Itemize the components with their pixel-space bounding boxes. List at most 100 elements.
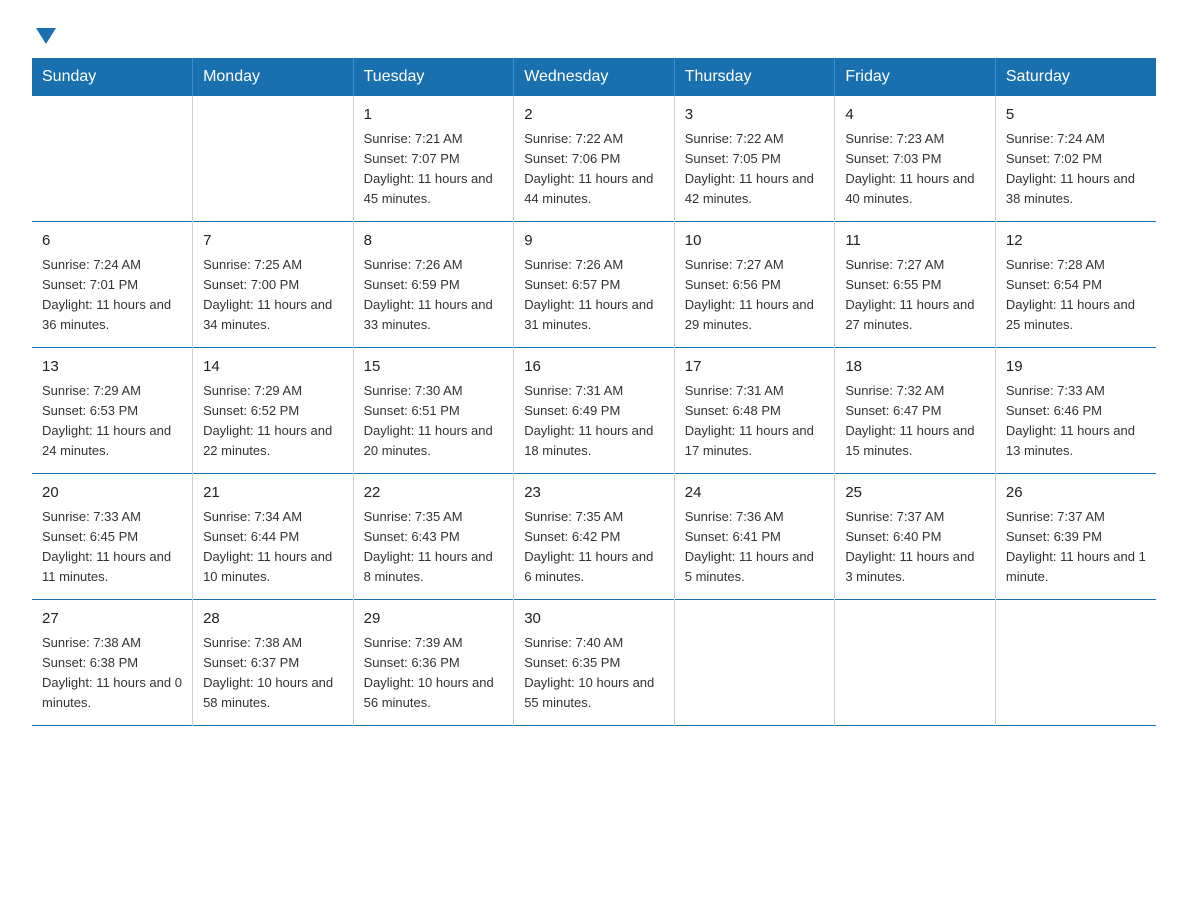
day-number: 17 [685,356,825,379]
day-info: Sunrise: 7:36 AMSunset: 6:41 PMDaylight:… [685,507,825,588]
calendar-day-cell: 21Sunrise: 7:34 AMSunset: 6:44 PMDayligh… [193,474,354,600]
day-number: 5 [1006,104,1146,127]
day-number: 26 [1006,482,1146,505]
day-info: Sunrise: 7:31 AMSunset: 6:49 PMDaylight:… [524,381,664,462]
calendar-day-cell: 29Sunrise: 7:39 AMSunset: 6:36 PMDayligh… [353,600,514,726]
logo [32,24,56,46]
day-number: 24 [685,482,825,505]
day-number: 14 [203,356,343,379]
calendar-day-cell: 17Sunrise: 7:31 AMSunset: 6:48 PMDayligh… [674,348,835,474]
day-of-week-header: Friday [835,58,996,96]
day-number: 20 [42,482,182,505]
day-number: 21 [203,482,343,505]
day-info: Sunrise: 7:37 AMSunset: 6:40 PMDaylight:… [845,507,985,588]
calendar-day-cell: 28Sunrise: 7:38 AMSunset: 6:37 PMDayligh… [193,600,354,726]
day-info: Sunrise: 7:27 AMSunset: 6:55 PMDaylight:… [845,255,985,336]
day-of-week-header: Wednesday [514,58,675,96]
day-info: Sunrise: 7:27 AMSunset: 6:56 PMDaylight:… [685,255,825,336]
day-number: 2 [524,104,664,127]
day-info: Sunrise: 7:34 AMSunset: 6:44 PMDaylight:… [203,507,343,588]
day-number: 27 [42,608,182,631]
calendar-day-cell: 14Sunrise: 7:29 AMSunset: 6:52 PMDayligh… [193,348,354,474]
calendar-day-cell: 20Sunrise: 7:33 AMSunset: 6:45 PMDayligh… [32,474,193,600]
calendar-day-cell: 18Sunrise: 7:32 AMSunset: 6:47 PMDayligh… [835,348,996,474]
calendar-day-cell: 23Sunrise: 7:35 AMSunset: 6:42 PMDayligh… [514,474,675,600]
day-info: Sunrise: 7:23 AMSunset: 7:03 PMDaylight:… [845,129,985,210]
day-info: Sunrise: 7:24 AMSunset: 7:02 PMDaylight:… [1006,129,1146,210]
day-of-week-header: Sunday [32,58,193,96]
day-number: 8 [364,230,504,253]
day-info: Sunrise: 7:38 AMSunset: 6:38 PMDaylight:… [42,633,182,714]
day-info: Sunrise: 7:24 AMSunset: 7:01 PMDaylight:… [42,255,182,336]
calendar-week-row: 6Sunrise: 7:24 AMSunset: 7:01 PMDaylight… [32,222,1156,348]
day-number: 28 [203,608,343,631]
calendar-day-cell: 1Sunrise: 7:21 AMSunset: 7:07 PMDaylight… [353,96,514,222]
day-number: 10 [685,230,825,253]
calendar-day-cell [835,600,996,726]
calendar-day-cell: 2Sunrise: 7:22 AMSunset: 7:06 PMDaylight… [514,96,675,222]
day-number: 12 [1006,230,1146,253]
calendar-week-row: 27Sunrise: 7:38 AMSunset: 6:38 PMDayligh… [32,600,1156,726]
page-header [32,24,1156,46]
calendar-week-row: 13Sunrise: 7:29 AMSunset: 6:53 PMDayligh… [32,348,1156,474]
calendar-day-cell: 5Sunrise: 7:24 AMSunset: 7:02 PMDaylight… [995,96,1156,222]
day-info: Sunrise: 7:30 AMSunset: 6:51 PMDaylight:… [364,381,504,462]
calendar-day-cell [995,600,1156,726]
calendar-day-cell: 8Sunrise: 7:26 AMSunset: 6:59 PMDaylight… [353,222,514,348]
day-number: 7 [203,230,343,253]
day-number: 13 [42,356,182,379]
day-number: 18 [845,356,985,379]
day-number: 4 [845,104,985,127]
calendar-header-row: SundayMondayTuesdayWednesdayThursdayFrid… [32,58,1156,96]
day-info: Sunrise: 7:22 AMSunset: 7:06 PMDaylight:… [524,129,664,210]
calendar-day-cell: 7Sunrise: 7:25 AMSunset: 7:00 PMDaylight… [193,222,354,348]
calendar-day-cell: 4Sunrise: 7:23 AMSunset: 7:03 PMDaylight… [835,96,996,222]
day-of-week-header: Tuesday [353,58,514,96]
day-number: 3 [685,104,825,127]
day-of-week-header: Monday [193,58,354,96]
day-number: 9 [524,230,664,253]
calendar-day-cell: 27Sunrise: 7:38 AMSunset: 6:38 PMDayligh… [32,600,193,726]
day-info: Sunrise: 7:28 AMSunset: 6:54 PMDaylight:… [1006,255,1146,336]
day-info: Sunrise: 7:29 AMSunset: 6:53 PMDaylight:… [42,381,182,462]
day-number: 11 [845,230,985,253]
day-info: Sunrise: 7:35 AMSunset: 6:42 PMDaylight:… [524,507,664,588]
day-info: Sunrise: 7:37 AMSunset: 6:39 PMDaylight:… [1006,507,1146,588]
day-number: 1 [364,104,504,127]
calendar-table: SundayMondayTuesdayWednesdayThursdayFrid… [32,58,1156,726]
calendar-day-cell: 15Sunrise: 7:30 AMSunset: 6:51 PMDayligh… [353,348,514,474]
calendar-day-cell: 12Sunrise: 7:28 AMSunset: 6:54 PMDayligh… [995,222,1156,348]
day-number: 15 [364,356,504,379]
calendar-week-row: 1Sunrise: 7:21 AMSunset: 7:07 PMDaylight… [32,96,1156,222]
day-info: Sunrise: 7:39 AMSunset: 6:36 PMDaylight:… [364,633,504,714]
day-info: Sunrise: 7:26 AMSunset: 6:57 PMDaylight:… [524,255,664,336]
day-info: Sunrise: 7:22 AMSunset: 7:05 PMDaylight:… [685,129,825,210]
calendar-day-cell: 25Sunrise: 7:37 AMSunset: 6:40 PMDayligh… [835,474,996,600]
calendar-day-cell: 9Sunrise: 7:26 AMSunset: 6:57 PMDaylight… [514,222,675,348]
calendar-day-cell: 30Sunrise: 7:40 AMSunset: 6:35 PMDayligh… [514,600,675,726]
day-info: Sunrise: 7:21 AMSunset: 7:07 PMDaylight:… [364,129,504,210]
calendar-day-cell: 24Sunrise: 7:36 AMSunset: 6:41 PMDayligh… [674,474,835,600]
day-info: Sunrise: 7:35 AMSunset: 6:43 PMDaylight:… [364,507,504,588]
day-of-week-header: Thursday [674,58,835,96]
day-info: Sunrise: 7:32 AMSunset: 6:47 PMDaylight:… [845,381,985,462]
calendar-day-cell [193,96,354,222]
day-number: 23 [524,482,664,505]
day-info: Sunrise: 7:38 AMSunset: 6:37 PMDaylight:… [203,633,343,714]
day-info: Sunrise: 7:40 AMSunset: 6:35 PMDaylight:… [524,633,664,714]
calendar-day-cell: 22Sunrise: 7:35 AMSunset: 6:43 PMDayligh… [353,474,514,600]
calendar-day-cell [674,600,835,726]
day-number: 6 [42,230,182,253]
day-info: Sunrise: 7:33 AMSunset: 6:46 PMDaylight:… [1006,381,1146,462]
day-info: Sunrise: 7:29 AMSunset: 6:52 PMDaylight:… [203,381,343,462]
day-info: Sunrise: 7:31 AMSunset: 6:48 PMDaylight:… [685,381,825,462]
day-number: 16 [524,356,664,379]
calendar-day-cell: 19Sunrise: 7:33 AMSunset: 6:46 PMDayligh… [995,348,1156,474]
day-number: 19 [1006,356,1146,379]
calendar-day-cell: 26Sunrise: 7:37 AMSunset: 6:39 PMDayligh… [995,474,1156,600]
day-of-week-header: Saturday [995,58,1156,96]
calendar-day-cell [32,96,193,222]
calendar-week-row: 20Sunrise: 7:33 AMSunset: 6:45 PMDayligh… [32,474,1156,600]
day-number: 25 [845,482,985,505]
calendar-day-cell: 3Sunrise: 7:22 AMSunset: 7:05 PMDaylight… [674,96,835,222]
